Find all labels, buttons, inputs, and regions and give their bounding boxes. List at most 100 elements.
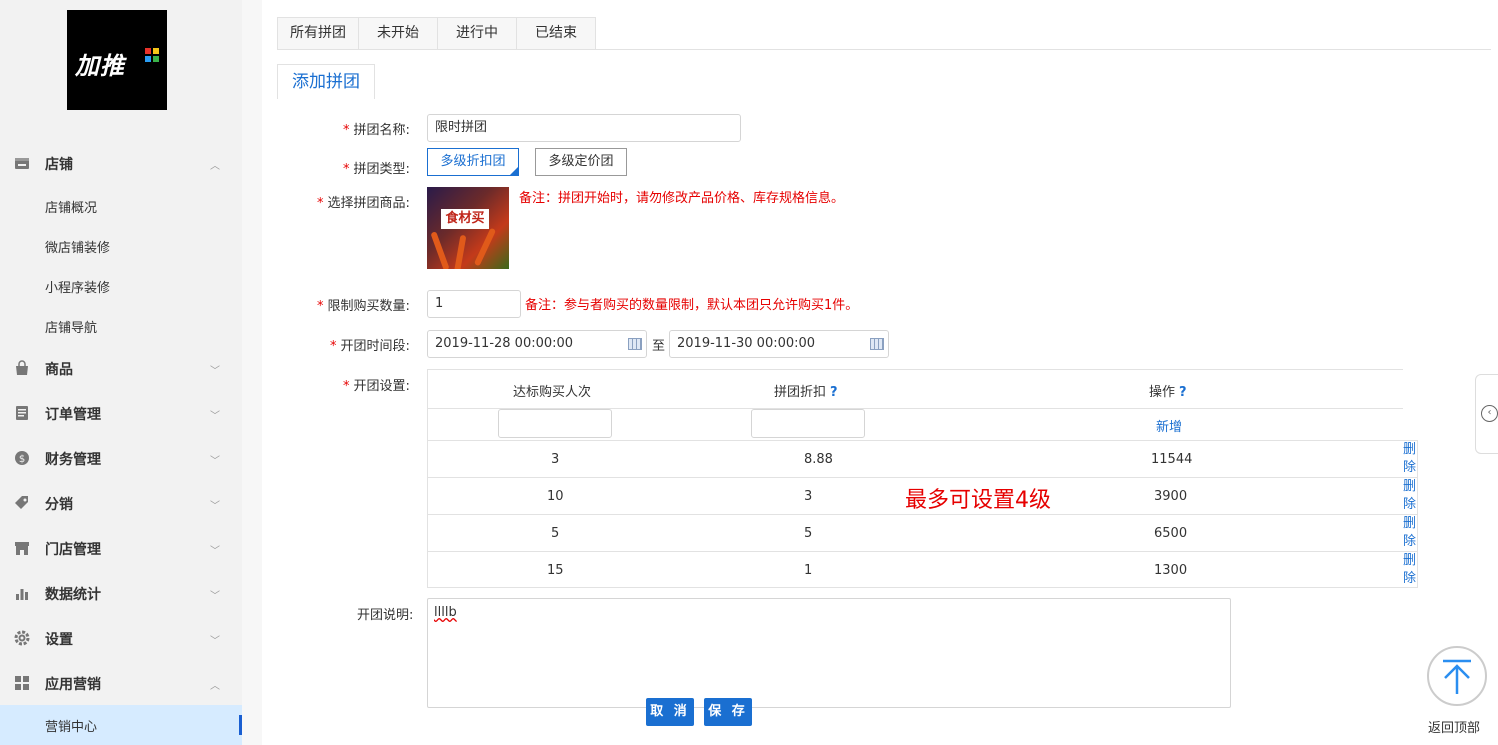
nav-group-label: 财务管理	[45, 452, 101, 468]
type-option-multi-price[interactable]: 多级定价团	[535, 148, 627, 176]
table-row: 15 1 1300 删除	[428, 552, 1417, 589]
max-tier-note: 最多可设置4级	[905, 488, 1051, 513]
product-thumbnail[interactable]: 食材买	[427, 187, 509, 269]
chart-icon	[16, 589, 28, 600]
chevron-up-icon: ︿	[210, 681, 220, 692]
tab-in-progress[interactable]: 进行中	[437, 17, 516, 50]
chevron-down-icon: ﹀	[210, 546, 220, 557]
calendar-icon[interactable]	[870, 338, 884, 350]
description-text: llllb	[434, 605, 457, 620]
nav-item-label: 小程序装修	[45, 281, 111, 296]
start-date-input[interactable]: 2019-11-28 00:00:00	[427, 330, 647, 358]
cancel-button[interactable]: 取 消	[646, 698, 694, 726]
limit-label: * 限制购买数量:	[317, 299, 410, 314]
back-to-top-label: 返回顶部	[1428, 721, 1481, 736]
chevron-left-icon: ‹	[1481, 405, 1498, 422]
period-to-label: 至	[652, 339, 666, 354]
delete-tier-link[interactable]: 删除	[1403, 478, 1419, 514]
tab-not-started[interactable]: 未开始	[358, 17, 437, 50]
product-image-label: 食材买	[441, 209, 489, 229]
help-icon[interactable]: ?	[1179, 385, 1187, 400]
row-people: 15	[547, 563, 564, 578]
column-header-people: 达标购买人次	[513, 385, 592, 400]
description-label: 开团说明:	[357, 608, 414, 623]
nav-group-goods[interactable]: 商品 ﹀	[0, 348, 242, 388]
type-option-multi-discount[interactable]: 多级折扣团	[427, 148, 519, 176]
row-people: 10	[547, 489, 564, 504]
limit-note: 备注：参与者购买的数量限制，默认本团只允许购买1件。	[525, 298, 859, 313]
tabs-divider	[277, 49, 1491, 50]
chevron-up-icon: ︿	[210, 161, 220, 172]
delete-tier-link[interactable]: 删除	[1403, 515, 1419, 551]
save-button[interactable]: 保 存	[704, 698, 752, 726]
chevron-down-icon: ﹀	[210, 591, 220, 602]
nav-group-orders[interactable]: 订单管理 ﹀	[0, 393, 242, 433]
delete-tier-link[interactable]: 删除	[1403, 552, 1419, 588]
name-label: * 拼团名称:	[343, 123, 410, 138]
logo-text: 加推	[75, 52, 125, 80]
nav-item-store-nav[interactable]: 店铺导航	[0, 306, 242, 346]
description-textarea[interactable]: llllb	[427, 598, 1231, 708]
sidebar-gutter	[242, 0, 262, 745]
nav-group-distribution[interactable]: 分销 ﹀	[0, 483, 242, 523]
limit-quantity-input[interactable]: 1	[427, 290, 521, 318]
type-label: * 拼团类型:	[343, 162, 410, 177]
settings-label: * 开团设置:	[343, 379, 410, 394]
status-tabs: 所有拼团 未开始 进行中 已结束	[277, 17, 596, 50]
nav-group-finance[interactable]: $ 财务管理 ﹀	[0, 438, 242, 478]
carrot-shape	[430, 231, 450, 269]
nav-group-shops[interactable]: 门店管理 ﹀	[0, 528, 242, 568]
brand-logo[interactable]: 加推	[67, 10, 167, 110]
row-op: 11544	[1151, 452, 1193, 467]
nav-group-label: 设置	[45, 632, 73, 648]
shop-icon	[15, 542, 29, 555]
nav-item-store-overview[interactable]: 店铺概况	[0, 186, 242, 226]
nav-group-label: 分销	[45, 497, 73, 513]
help-icon[interactable]: ?	[830, 385, 838, 400]
bag-icon	[16, 360, 28, 375]
carrot-shape	[473, 227, 497, 267]
apps-icon	[15, 676, 29, 690]
new-people-input[interactable]	[498, 409, 612, 438]
row-op: 1300	[1154, 563, 1188, 578]
nav-group-settings[interactable]: 设置 ﹀	[0, 618, 242, 658]
chevron-down-icon: ﹀	[210, 501, 220, 512]
arrow-up-icon	[1443, 659, 1471, 694]
tab-all[interactable]: 所有拼团	[277, 17, 358, 50]
nav-group-stats[interactable]: 数据统计 ﹀	[0, 573, 242, 613]
gear-icon	[14, 630, 30, 646]
row-discount: 8.88	[804, 452, 833, 467]
end-date-input[interactable]: 2019-11-30 00:00:00	[669, 330, 889, 358]
nav-group-label: 应用营销	[45, 677, 101, 693]
chevron-down-icon: ﹀	[210, 636, 220, 647]
nav-item-label: 店铺导航	[45, 321, 98, 336]
chevron-down-icon: ﹀	[210, 366, 220, 377]
tab-add-group[interactable]: 添加拼团	[277, 64, 375, 99]
nav-group-store[interactable]: 店铺 ︿	[0, 143, 242, 183]
nav-item-marketing-center[interactable]: 营销中心	[0, 705, 242, 745]
nav-item-micro-store-decor[interactable]: 微店铺装修	[0, 226, 242, 266]
table-row: 5 5 6500 删除	[428, 515, 1417, 552]
start-date-value: 2019-11-28 00:00:00	[435, 336, 574, 351]
back-to-top-button[interactable]	[1427, 646, 1487, 706]
end-date-value: 2019-11-30 00:00:00	[677, 336, 816, 351]
side-panel-toggle[interactable]: ‹	[1475, 374, 1498, 454]
add-tier-link[interactable]: 新增	[1156, 416, 1182, 435]
nav-item-miniapp-decor[interactable]: 小程序装修	[0, 266, 242, 306]
nav-group-label: 订单管理	[45, 407, 101, 423]
product-note: 备注：拼团开始时，请勿修改产品价格、库存规格信息。	[519, 191, 845, 206]
product-label: * 选择拼团商品:	[317, 196, 410, 211]
nav-item-label: 微店铺装修	[45, 241, 111, 256]
row-discount: 1	[804, 563, 813, 578]
delete-tier-link[interactable]: 删除	[1403, 441, 1419, 477]
tab-ended[interactable]: 已结束	[516, 17, 596, 50]
tag-icon	[15, 496, 28, 509]
svg-text:$: $	[19, 454, 25, 465]
nav-group-marketing[interactable]: 应用营销 ︿	[0, 663, 242, 703]
new-discount-input[interactable]	[751, 409, 865, 438]
row-op: 6500	[1154, 526, 1188, 541]
calendar-icon[interactable]	[628, 338, 642, 350]
group-name-input[interactable]: 限时拼团	[427, 114, 741, 142]
sidebar: 加推 店铺 ︿ 店铺概况 微店铺装修 小程序装修 店铺导航 商品 ﹀ 订单管理 …	[0, 0, 242, 745]
order-icon	[16, 406, 28, 420]
